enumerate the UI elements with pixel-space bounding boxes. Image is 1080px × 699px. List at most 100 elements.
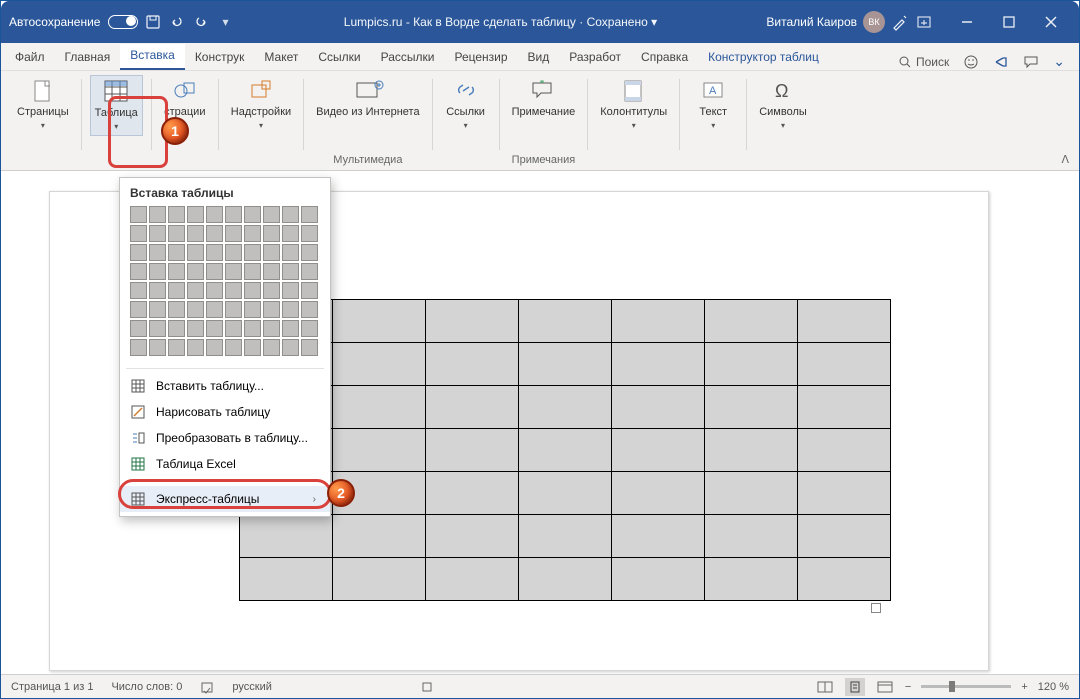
table-cell[interactable] — [519, 429, 612, 472]
grid-cell[interactable] — [301, 282, 318, 299]
zoom-out-icon[interactable]: − — [905, 681, 911, 693]
grid-cell[interactable] — [206, 206, 223, 223]
document-table[interactable] — [239, 299, 891, 601]
text-button[interactable]: A Текст▾ — [688, 75, 738, 134]
table-cell[interactable] — [705, 343, 798, 386]
table-cell[interactable] — [798, 429, 891, 472]
grid-cell[interactable] — [244, 244, 261, 261]
addins-button[interactable]: Надстройки▾ — [227, 75, 295, 134]
grid-cell[interactable] — [301, 225, 318, 242]
grid-cell[interactable] — [149, 301, 166, 318]
grid-cell[interactable] — [206, 301, 223, 318]
grid-cell[interactable] — [282, 320, 299, 337]
pages-button[interactable]: Страницы▾ — [13, 75, 73, 134]
table-cell[interactable] — [519, 472, 612, 515]
grid-cell[interactable] — [206, 282, 223, 299]
grid-cell[interactable] — [130, 263, 147, 280]
draw-table-item[interactable]: Нарисовать таблицу — [120, 399, 330, 425]
grid-cell[interactable] — [130, 244, 147, 261]
grid-cell[interactable] — [263, 339, 280, 356]
grid-cell[interactable] — [168, 339, 185, 356]
grid-cell[interactable] — [168, 282, 185, 299]
tab-file[interactable]: Файл — [5, 46, 55, 70]
grid-cell[interactable] — [225, 339, 242, 356]
grid-cell[interactable] — [225, 263, 242, 280]
grid-cell[interactable] — [225, 301, 242, 318]
grid-cell[interactable] — [187, 263, 204, 280]
table-cell[interactable] — [333, 558, 426, 601]
grid-cell[interactable] — [225, 206, 242, 223]
web-layout-icon[interactable] — [875, 678, 895, 696]
table-cell[interactable] — [333, 515, 426, 558]
tab-mailings[interactable]: Рассылки — [371, 46, 445, 70]
grid-cell[interactable] — [225, 282, 242, 299]
grid-cell[interactable] — [244, 301, 261, 318]
grid-cell[interactable] — [282, 339, 299, 356]
grid-cell[interactable] — [244, 225, 261, 242]
grid-cell[interactable] — [149, 244, 166, 261]
grid-cell[interactable] — [282, 282, 299, 299]
table-cell[interactable] — [519, 558, 612, 601]
grid-cell[interactable] — [301, 301, 318, 318]
tab-design[interactable]: Конструк — [185, 46, 255, 70]
grid-picker[interactable] — [120, 206, 330, 364]
table-cell[interactable] — [612, 429, 705, 472]
table-cell[interactable] — [798, 558, 891, 601]
grid-cell[interactable] — [168, 263, 185, 280]
grid-cell[interactable] — [187, 225, 204, 242]
quick-tables-item[interactable]: Экспресс-таблицы › — [120, 486, 330, 512]
insert-table-item[interactable]: Вставить таблицу... — [120, 373, 330, 399]
table-cell[interactable] — [240, 558, 333, 601]
table-cell[interactable] — [705, 300, 798, 343]
table-cell[interactable] — [612, 472, 705, 515]
tab-insert[interactable]: Вставка — [120, 44, 185, 70]
grid-cell[interactable] — [263, 206, 280, 223]
share-icon[interactable] — [993, 54, 1009, 70]
grid-cell[interactable] — [301, 206, 318, 223]
table-cell[interactable] — [519, 343, 612, 386]
grid-cell[interactable] — [168, 225, 185, 242]
grid-cell[interactable] — [168, 206, 185, 223]
table-cell[interactable] — [798, 300, 891, 343]
ribbon-options-icon[interactable]: ⌄ — [1053, 53, 1065, 70]
table-button[interactable]: Таблица▾ — [90, 75, 143, 136]
tab-developer[interactable]: Разработ — [559, 46, 631, 70]
pen-tools-icon[interactable] — [891, 13, 909, 31]
search-button[interactable]: Поиск — [898, 55, 949, 69]
language-indicator[interactable]: русский — [232, 681, 271, 693]
table-cell[interactable] — [519, 300, 612, 343]
grid-cell[interactable] — [149, 339, 166, 356]
tab-layout[interactable]: Макет — [254, 46, 308, 70]
grid-cell[interactable] — [187, 301, 204, 318]
grid-cell[interactable] — [301, 244, 318, 261]
toggle-switch-icon[interactable] — [108, 15, 138, 29]
links-button[interactable]: Ссылки▾ — [441, 75, 491, 134]
autosave-toggle[interactable]: Автосохранение — [9, 15, 138, 29]
grid-cell[interactable] — [168, 244, 185, 261]
table-cell[interactable] — [519, 515, 612, 558]
grid-cell[interactable] — [206, 339, 223, 356]
table-cell[interactable] — [426, 429, 519, 472]
grid-cell[interactable] — [206, 263, 223, 280]
read-mode-icon[interactable] — [815, 678, 835, 696]
table-cell[interactable] — [798, 472, 891, 515]
grid-cell[interactable] — [225, 320, 242, 337]
table-resize-handle[interactable] — [871, 603, 881, 613]
grid-cell[interactable] — [282, 263, 299, 280]
grid-cell[interactable] — [130, 282, 147, 299]
grid-cell[interactable] — [149, 206, 166, 223]
grid-cell[interactable] — [244, 206, 261, 223]
user-name[interactable]: Виталий Каиров — [766, 15, 857, 29]
grid-cell[interactable] — [263, 263, 280, 280]
grid-cell[interactable] — [187, 206, 204, 223]
grid-cell[interactable] — [244, 282, 261, 299]
table-cell[interactable] — [612, 515, 705, 558]
table-cell[interactable] — [333, 300, 426, 343]
qat-more-icon[interactable]: ▾ — [216, 13, 234, 31]
grid-cell[interactable] — [282, 301, 299, 318]
grid-cell[interactable] — [187, 320, 204, 337]
undo-icon[interactable] — [168, 13, 186, 31]
tab-help[interactable]: Справка — [631, 46, 698, 70]
table-cell[interactable] — [705, 558, 798, 601]
spellcheck-icon[interactable] — [200, 680, 214, 694]
